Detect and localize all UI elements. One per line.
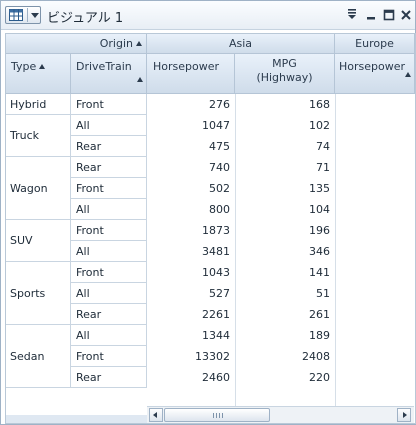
row-group-type[interactable]: Sports [6,262,71,325]
cell-mpg-highway-asia: 189 [235,325,335,346]
cell-horsepower-asia: 475 [147,136,235,157]
scrollbar-thumb[interactable] [164,408,270,422]
cell-horsepower-asia: 740 [147,157,235,178]
row-group-type[interactable]: Hybrid [6,94,71,115]
drivetrain-label: DriveTrain [76,60,132,73]
cell-mpg-highway-asia: 135 [235,178,335,199]
scroll-right-button[interactable] [397,408,411,422]
cell-horsepower-asia: 800 [147,199,235,220]
horizontal-scrollbar[interactable] [147,406,414,423]
cell-mpg-highway-asia: 261 [235,304,335,325]
row-drivetrain[interactable]: All [71,325,147,346]
cell-horsepower-asia: 1043 [147,262,235,283]
row-drivetrain[interactable]: All [71,241,147,262]
sort-asc-icon [39,64,46,69]
row-group-type[interactable]: Truck [6,115,71,157]
cell-horsepower-asia: 502 [147,178,235,199]
type-label: Type [11,60,37,73]
row-drivetrain[interactable]: Rear [71,304,147,325]
crosstab-grid: Origin Asia Europe Type DriveTrain Horse… [5,33,416,424]
origin-header[interactable]: Origin [6,34,147,54]
title-bar: ビジュアル 1 [1,1,415,30]
cell-horsepower-asia: 527 [147,283,235,304]
row-drivetrain[interactable]: Front [71,262,147,283]
cell-mpg-highway-asia: 220 [235,367,335,388]
row-drivetrain[interactable]: Front [71,178,147,199]
cell-horsepower-asia: 3481 [147,241,235,262]
row-drivetrain[interactable]: Rear [71,136,147,157]
cell-horsepower-asia: 2261 [147,304,235,325]
chevron-right-icon [403,412,407,418]
visual-menu-button[interactable] [5,6,41,24]
row-group-type[interactable]: SUV [6,220,71,262]
cell-mpg-highway-asia: 51 [235,283,335,304]
measure-horsepower-asia[interactable]: Horsepower [147,54,235,94]
row-drivetrain[interactable]: All [71,199,147,220]
row-group-type[interactable]: Sedan [6,325,71,388]
close-icon[interactable] [398,7,414,23]
grid-icon [9,9,23,21]
sort-asc-icon [136,77,143,82]
row-drivetrain[interactable]: Rear [71,367,147,388]
measure-mpg-highway-asia[interactable]: MPG (Highway) [235,54,335,94]
cell-mpg-highway-asia: 102 [235,115,335,136]
cell-mpg-highway-asia: 346 [235,241,335,262]
cell-mpg-highway-asia: 104 [235,199,335,220]
column-divider [235,94,236,406]
type-header[interactable]: Type [6,54,71,94]
scrollbar-grip [213,413,223,418]
row-drivetrain[interactable]: Front [71,346,147,367]
row-group-type[interactable]: Wagon [6,157,71,220]
cell-horsepower-asia: 13302 [147,346,235,367]
cell-mpg-highway-asia: 141 [235,262,335,283]
visual-window: ビジュアル 1 Origin Asia Europe Type DriveTra… [0,0,416,425]
cell-mpg-highway-asia: 168 [235,94,335,115]
scroll-left-button[interactable] [149,408,163,422]
chevron-down-icon [31,13,39,18]
row-drivetrain[interactable]: Rear [71,157,147,178]
column-divider [335,94,336,406]
sort-asc-icon [136,41,142,46]
drivetrain-header[interactable]: DriveTrain [71,54,147,94]
minimize-icon[interactable] [363,7,379,23]
cell-horsepower-asia: 1047 [147,115,235,136]
column-group-asia[interactable]: Asia [147,34,335,54]
row-drivetrain[interactable]: All [71,115,147,136]
row-drivetrain[interactable]: All [71,283,147,304]
menu-split [27,8,28,22]
cell-horsepower-asia: 1873 [147,220,235,241]
sort-asc-icon [405,72,411,77]
cell-horsepower-asia: 1344 [147,325,235,346]
column-group-europe[interactable]: Europe [335,34,415,54]
window-title: ビジュアル 1 [47,11,124,26]
cell-mpg-highway-asia: 2408 [235,346,335,367]
row-drivetrain[interactable]: Front [71,94,147,115]
measure-label: Horsepower [339,60,406,73]
chevron-left-icon [153,412,157,418]
grid-footer-left [6,415,147,423]
cell-horsepower-asia: 2460 [147,367,235,388]
row-drivetrain[interactable]: Front [71,220,147,241]
cell-horsepower-asia: 276 [147,94,235,115]
cell-mpg-highway-asia: 196 [235,220,335,241]
maximize-icon[interactable] [381,7,397,23]
cell-mpg-highway-asia: 74 [235,136,335,157]
origin-label: Origin [99,37,133,50]
filter-icon[interactable] [344,7,360,23]
cell-mpg-highway-asia: 71 [235,157,335,178]
measure-horsepower-europe[interactable]: Horsepower [335,54,415,94]
